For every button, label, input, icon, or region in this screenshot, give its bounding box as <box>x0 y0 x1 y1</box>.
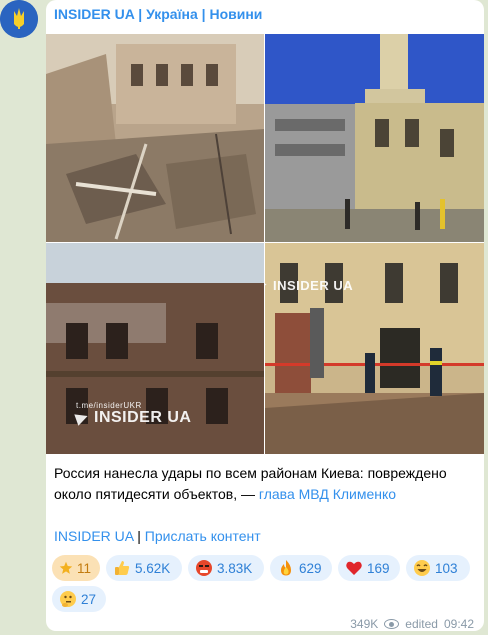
views-count: 349K <box>350 617 379 631</box>
reaction-angry[interactable]: 3.83K <box>188 555 264 581</box>
reaction-heart[interactable]: 169 <box>338 555 400 581</box>
channel-avatar[interactable] <box>0 0 38 38</box>
thinking-face-icon <box>60 591 76 607</box>
photo-rescuers[interactable]: INSIDER UA <box>265 243 484 454</box>
message-bubble: INSIDER UA | Україна | Новини INSIDER UA… <box>46 0 484 631</box>
trident-icon <box>0 0 38 38</box>
edited-label: edited <box>405 617 438 631</box>
channel-link[interactable]: INSIDER UA <box>54 528 133 544</box>
reaction-fire[interactable]: 629 <box>270 555 332 581</box>
photo-tower[interactable] <box>265 34 484 242</box>
source-link[interactable]: глава МВД Клименко <box>259 486 396 502</box>
star-icon <box>59 561 73 574</box>
watermark-brand: INSIDER UA <box>94 409 192 426</box>
red-heart-icon <box>346 561 362 575</box>
thumbs-up-icon <box>115 561 130 575</box>
message-meta: 349K edited 09:42 <box>350 617 474 631</box>
message-text: Россия нанесла удары по всем районам Кие… <box>54 463 476 505</box>
telegram-plane-icon <box>265 277 269 294</box>
photo-smoke-building[interactable]: INSIDER UA t.me/insiderUKR <box>46 243 264 454</box>
reaction-star[interactable]: 11 <box>52 555 100 581</box>
reaction-thinking[interactable]: 27 <box>52 586 106 612</box>
watermark-insider: INSIDER UA <box>74 409 192 427</box>
grinning-face-icon <box>414 560 430 576</box>
watermark-handle: t.me/insiderUKR <box>76 401 142 410</box>
submit-content-link[interactable]: Прислать контент <box>145 528 261 544</box>
reaction-grin[interactable]: 103 <box>406 555 470 581</box>
message-time: 09:42 <box>443 617 474 631</box>
eye-icon <box>384 619 400 629</box>
footer-links: INSIDER UA | Прислать контент <box>54 528 261 544</box>
watermark-insider-top: INSIDER UA <box>265 277 353 294</box>
telegram-plane-icon <box>74 410 90 426</box>
footer-separator: | <box>137 528 141 544</box>
reaction-thumbs-up[interactable]: 5.62K <box>106 555 182 581</box>
angry-face-icon <box>196 560 212 576</box>
photo-rubble[interactable] <box>46 34 264 242</box>
fire-icon <box>281 560 291 576</box>
channel-title[interactable]: INSIDER UA | Україна | Новини <box>54 6 262 22</box>
